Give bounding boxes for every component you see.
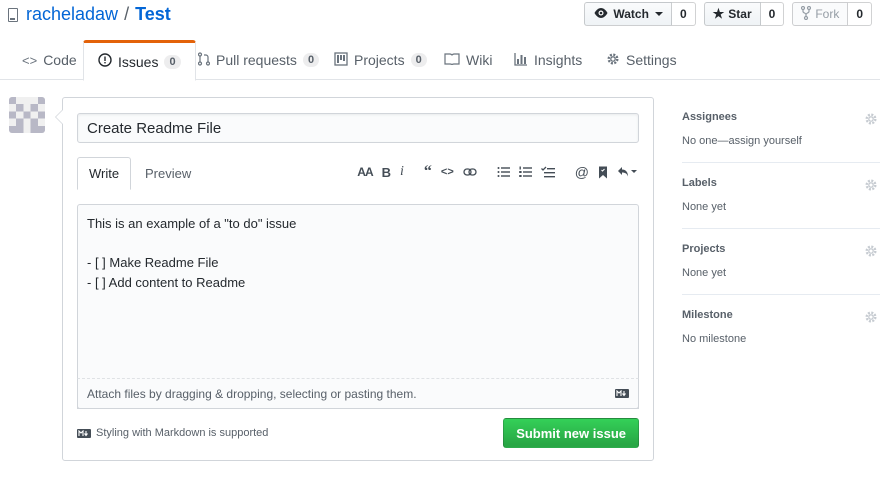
- link-icon[interactable]: [463, 163, 477, 181]
- tab-pull-requests[interactable]: Pull requests 0: [184, 40, 333, 80]
- project-icon: [334, 51, 348, 69]
- tab-wiki-label: Wiki: [466, 52, 493, 68]
- tab-insights-label: Insights: [534, 52, 583, 68]
- tab-code-label: Code: [43, 52, 77, 68]
- markdown-icon: [615, 389, 629, 398]
- gear-icon: [606, 52, 620, 69]
- issue-opened-icon: [98, 53, 112, 70]
- tab-code[interactable]: <> Code: [8, 40, 91, 80]
- repo-icon: [8, 7, 18, 22]
- projects-counter: 0: [410, 53, 427, 67]
- quote-icon[interactable]: “: [424, 163, 432, 181]
- labels-value: None yet: [682, 201, 727, 213]
- tab-write[interactable]: Write: [77, 157, 132, 190]
- fork-label: Fork: [815, 7, 840, 21]
- watch-count[interactable]: 0: [671, 2, 696, 26]
- fork-icon: [801, 5, 812, 23]
- pull-requests-counter: 0: [302, 53, 320, 67]
- projects-heading[interactable]: Projects: [682, 243, 880, 255]
- code-icon[interactable]: <>: [441, 163, 454, 181]
- milestone-value: No milestone: [682, 333, 747, 345]
- avatar[interactable]: [9, 97, 45, 133]
- markdown-note-text: Styling with Markdown is supported: [96, 427, 269, 439]
- repo-header: racheladaw / Test Watch 0 ★ Star 0 Fork …: [0, 0, 880, 40]
- repo-nav: <> Code Issues 0 Pull requests 0 Project…: [0, 40, 880, 81]
- discussion-sidebar: Assignees No one—assign yourself Labels …: [682, 97, 880, 361]
- text-size-icon[interactable]: AA: [357, 163, 373, 181]
- attach-files-text: Attach files by dragging & dropping, sel…: [87, 386, 417, 401]
- milestone-heading[interactable]: Milestone: [682, 309, 880, 321]
- gear-icon[interactable]: [864, 178, 878, 192]
- repo-owner-link[interactable]: racheladaw: [26, 4, 118, 25]
- assignees-value[interactable]: No one—assign yourself: [682, 135, 880, 147]
- issue-body-text: This is an example of a "to do" issue - …: [87, 216, 297, 290]
- star-count[interactable]: 0: [760, 2, 785, 26]
- toolbar-list-group: [497, 163, 555, 181]
- star-icon: ★: [712, 6, 725, 21]
- mention-icon[interactable]: @: [575, 163, 589, 181]
- sidebar-labels: Labels None yet: [682, 163, 880, 229]
- tab-settings-label: Settings: [626, 52, 677, 68]
- bold-icon[interactable]: B: [382, 163, 391, 181]
- gear-icon[interactable]: [864, 310, 878, 324]
- star-button[interactable]: ★ Star: [703, 2, 761, 26]
- tab-insights[interactable]: Insights: [500, 40, 596, 80]
- fork-button[interactable]: Fork: [792, 2, 849, 26]
- tab-wiki[interactable]: Wiki: [430, 40, 506, 80]
- code-icon: <>: [22, 52, 38, 68]
- watch-button[interactable]: Watch: [584, 2, 672, 26]
- tab-projects-label: Projects: [354, 52, 405, 68]
- repo-title: racheladaw / Test: [8, 4, 171, 25]
- gear-icon[interactable]: [864, 112, 878, 126]
- new-issue-form: Write Preview AA B i “ <>: [55, 97, 654, 461]
- book-icon: [444, 52, 460, 68]
- toolbar-text-group: AA B i: [357, 163, 404, 181]
- issue-title-input[interactable]: [77, 113, 639, 143]
- sidebar-projects: Projects None yet: [682, 229, 880, 295]
- markdown-note[interactable]: Styling with Markdown is supported: [77, 427, 268, 439]
- chevron-down-icon: [654, 12, 663, 16]
- tasklist-icon[interactable]: [540, 163, 555, 181]
- repo-actions: Watch 0 ★ Star 0 Fork 0: [584, 2, 872, 26]
- issues-counter: 0: [164, 54, 181, 69]
- tab-preview[interactable]: Preview: [134, 157, 202, 190]
- projects-value: None yet: [682, 267, 727, 279]
- assignees-heading[interactable]: Assignees: [682, 111, 880, 123]
- star-group: ★ Star 0: [703, 2, 785, 26]
- markdown-toolbar: AA B i “ <> @: [337, 161, 637, 183]
- repo-path-separator: /: [124, 4, 130, 24]
- toolbar-insert-group: “ <>: [424, 163, 477, 181]
- submit-issue-button[interactable]: Submit new issue: [503, 418, 639, 448]
- ordered-list-icon[interactable]: [518, 163, 532, 181]
- star-label: Star: [728, 7, 752, 21]
- tab-settings[interactable]: Settings: [592, 40, 691, 80]
- fork-count[interactable]: 0: [848, 2, 872, 26]
- labels-heading[interactable]: Labels: [682, 177, 880, 189]
- toolbar-mention-group: @: [575, 163, 637, 181]
- file-attach-bar[interactable]: Attach files by dragging & dropping, sel…: [77, 378, 639, 409]
- tab-issues-label: Issues: [118, 53, 159, 70]
- fork-group: Fork 0: [792, 2, 872, 26]
- italic-icon[interactable]: i: [400, 163, 404, 181]
- form-footer: Styling with Markdown is supported Submi…: [77, 418, 639, 448]
- gear-icon[interactable]: [864, 244, 878, 258]
- sidebar-assignees: Assignees No one—assign yourself: [682, 97, 880, 163]
- reply-icon[interactable]: [617, 163, 637, 181]
- bookmark-icon[interactable]: [598, 163, 608, 181]
- repo-name-link[interactable]: Test: [135, 4, 171, 25]
- sidebar-milestone: Milestone No milestone: [682, 295, 880, 361]
- git-pull-request-icon: [197, 51, 211, 69]
- watch-label: Watch: [613, 7, 649, 21]
- graph-icon: [514, 52, 528, 69]
- eye-icon: [593, 7, 609, 22]
- tab-projects[interactable]: Projects 0: [320, 40, 441, 80]
- unordered-list-icon[interactable]: [497, 163, 510, 181]
- tab-pull-requests-label: Pull requests: [216, 52, 297, 68]
- tab-issues[interactable]: Issues 0: [83, 40, 196, 81]
- markdown-icon: [77, 428, 91, 438]
- watch-group: Watch 0: [584, 2, 696, 26]
